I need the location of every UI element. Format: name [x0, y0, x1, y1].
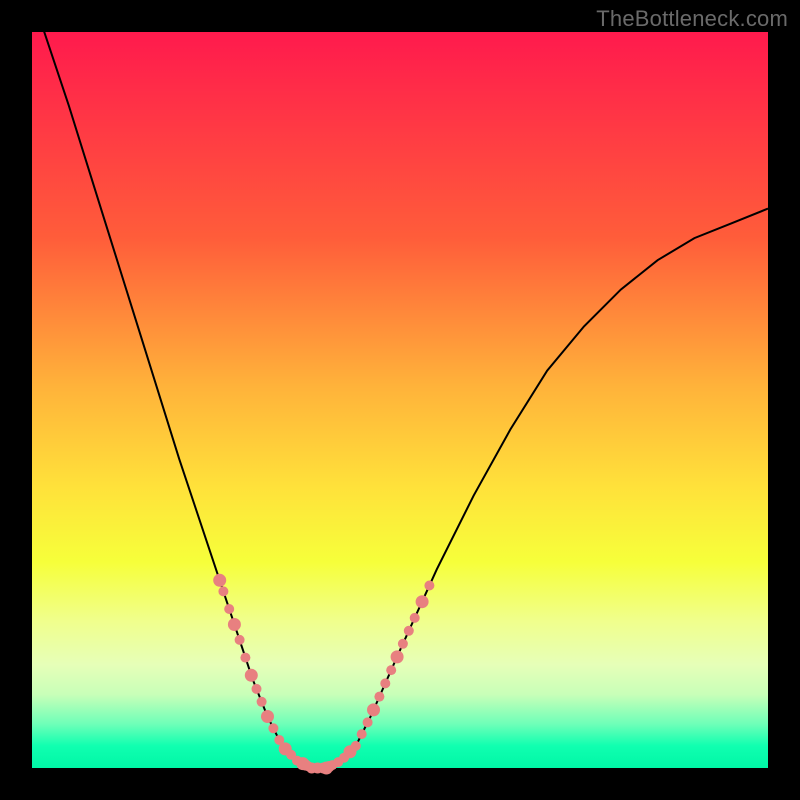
highlight-dot [268, 723, 278, 733]
highlight-dot [398, 639, 408, 649]
highlight-dot [367, 703, 380, 716]
highlight-dot [416, 595, 429, 608]
chart-svg [32, 32, 768, 768]
highlight-dot [410, 613, 420, 623]
highlight-dot [424, 581, 434, 591]
highlight-dot [257, 697, 267, 707]
plot-area [32, 32, 768, 768]
highlight-dot [324, 761, 335, 772]
highlight-dot [380, 678, 390, 688]
highlight-dot [391, 650, 404, 663]
highlight-dots-group [213, 574, 434, 775]
highlight-dot [224, 604, 234, 614]
highlight-dot [252, 684, 262, 694]
highlight-dot [261, 710, 274, 723]
highlight-dot [213, 574, 226, 587]
highlight-dot [386, 665, 396, 675]
chart-frame: TheBottleneck.com [0, 0, 800, 800]
watermark-text: TheBottleneck.com [596, 6, 788, 32]
highlight-dot [240, 653, 250, 663]
highlight-dot [245, 669, 258, 682]
highlight-dot [404, 626, 414, 636]
highlight-dot [374, 692, 384, 702]
highlight-dot [235, 635, 245, 645]
highlight-dot [357, 729, 367, 739]
highlight-dot [351, 741, 361, 751]
highlight-dot [218, 586, 228, 596]
highlight-dot [228, 618, 241, 631]
highlight-dot [363, 717, 373, 727]
